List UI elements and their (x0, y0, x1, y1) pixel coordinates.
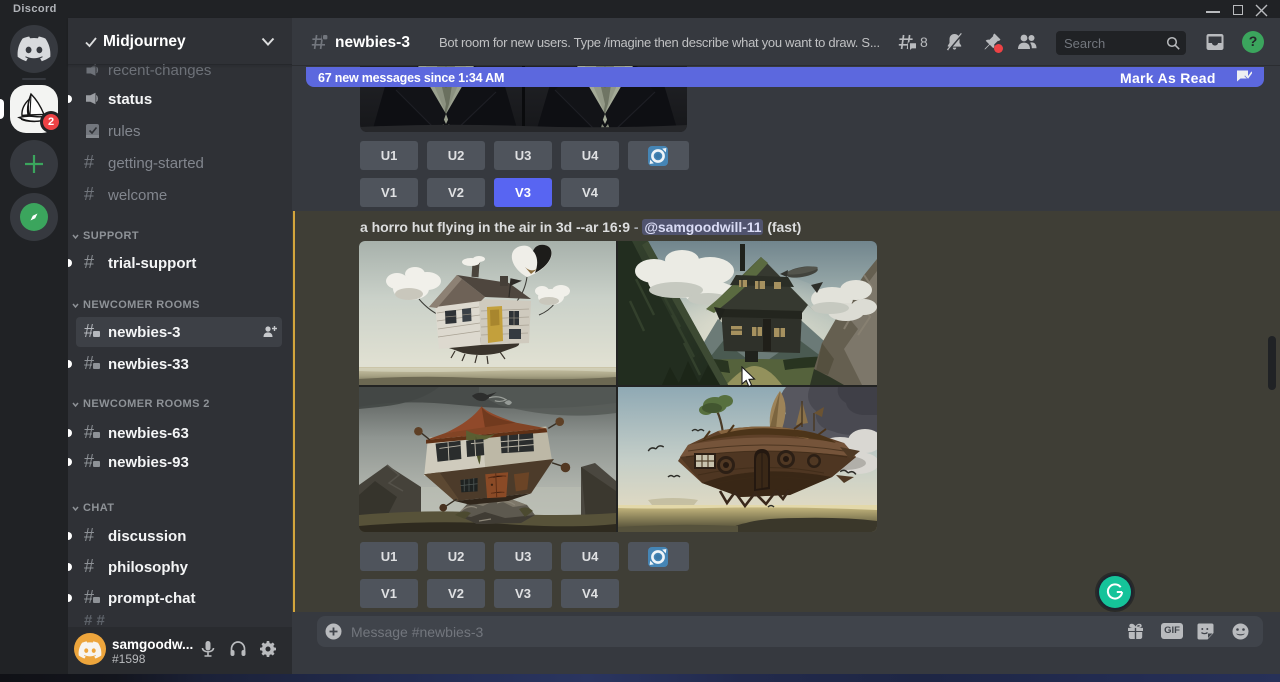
svg-text:# #: # # (84, 613, 106, 627)
